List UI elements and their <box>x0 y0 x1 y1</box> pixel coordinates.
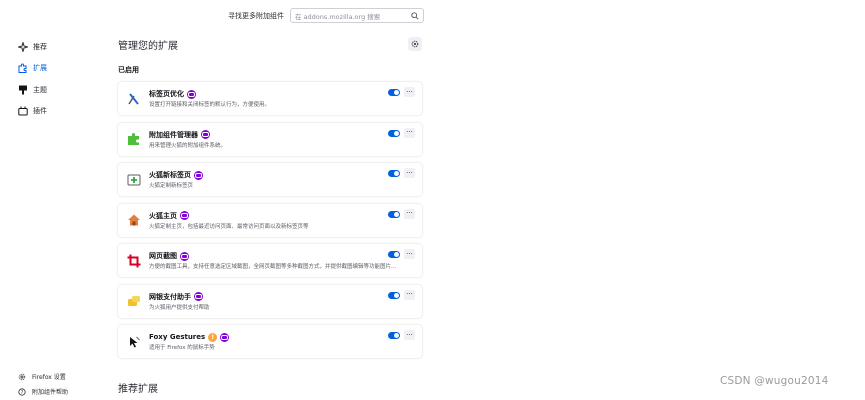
enabled-heading: 已启用 <box>118 66 139 74</box>
crop-icon <box>126 253 142 269</box>
tools-settings-button[interactable] <box>408 37 422 51</box>
sidebar-item-label: 扩展 <box>33 64 47 73</box>
addon-manager-icon <box>126 131 142 147</box>
puzzle-icon <box>18 63 28 74</box>
more-options-button[interactable]: ··· <box>404 330 415 340</box>
sidebar-item-themes[interactable]: 主题 <box>18 79 88 101</box>
sidebar-footer: Firefox 设置 ? 附加组件帮助 <box>18 369 68 399</box>
find-more-label: 寻找更多附加组件 <box>228 11 284 20</box>
brush-icon <box>18 85 28 95</box>
sidebar-item-label: 推荐 <box>33 42 47 51</box>
enable-toggle[interactable] <box>388 332 400 339</box>
more-options-button[interactable]: ··· <box>404 208 415 219</box>
extension-card[interactable]: 标签页优化 设置打开链接和关闭标签的默认行为，方便使用。 ··· <box>118 82 422 115</box>
more-options-button[interactable]: ··· <box>404 168 415 178</box>
recommended-badge-icon <box>180 211 189 220</box>
recommended-heading: 推荐扩展 <box>118 384 158 395</box>
recommended-badge-icon <box>180 251 189 261</box>
more-options-button[interactable]: ··· <box>404 87 415 97</box>
recommended-badge-icon <box>220 332 230 342</box>
main-content: 管理您的扩展 已启用 标签页优化 设置打开链接和关闭标签的默认行为，方便使用。 … <box>118 36 422 366</box>
gesture-icon <box>126 334 142 350</box>
recommended-badge-icon <box>194 170 203 180</box>
tab-tweak-icon <box>126 91 142 107</box>
extension-description: 火狐定制主页，包括最近访问页面、最常访问页面以及新标签页等 <box>149 223 309 230</box>
enable-toggle[interactable] <box>388 210 400 218</box>
enable-toggle[interactable] <box>388 251 400 258</box>
gear-icon <box>18 373 26 381</box>
footer-link-label: 附加组件帮助 <box>32 389 69 396</box>
extension-description: 火狐定制新标签页 <box>149 183 194 189</box>
more-options-button[interactable]: ··· <box>404 127 415 138</box>
recommended-badge-icon <box>201 130 210 139</box>
search-icon <box>411 11 419 20</box>
more-options-button[interactable]: ··· <box>404 249 415 259</box>
sparkle-icon <box>18 41 28 52</box>
extension-card[interactable]: 网银支付助手 为火狐用户提供支付帮助 ··· <box>118 284 422 318</box>
extension-name: 网页截图 <box>149 252 177 260</box>
recommended-badge-icon <box>194 292 203 301</box>
plugin-icon <box>18 106 28 116</box>
sidebar-item-label: 主题 <box>33 85 47 94</box>
page-title: 管理您的扩展 <box>118 40 178 52</box>
home-icon <box>126 212 142 228</box>
extension-name: 火狐新标签页 <box>149 171 191 179</box>
firefox-settings-link[interactable]: Firefox 设置 <box>18 369 68 384</box>
extension-card[interactable]: Foxy Gestures ! 适用于 Firefox 的鼠标手势 ··· <box>118 325 422 358</box>
watermark: CSDN @wugou2014 <box>720 375 829 387</box>
search-placeholder: 在 addons.mozilla.org 搜索 <box>295 12 381 21</box>
line-badge-icon: ! <box>208 332 218 342</box>
sidebar-item-plugins[interactable]: 插件 <box>18 101 88 123</box>
sidebar-nav: 推荐 扩展 主题 插件 <box>18 36 88 122</box>
new-tab-icon <box>126 172 142 188</box>
extension-card[interactable]: 火狐主页 火狐定制主页，包括最近访问页面、最常访问页面以及新标签页等 ··· <box>118 203 422 237</box>
sidebar-item-label: 插件 <box>33 107 47 116</box>
extension-name: 火狐主页 <box>149 211 177 220</box>
addons-help-link[interactable]: ? 附加组件帮助 <box>18 384 68 399</box>
extension-description: 用来管理火狐的附加组件系统。 <box>149 142 227 149</box>
search-input[interactable]: 在 addons.mozilla.org 搜索 <box>290 8 424 23</box>
extension-description: 为火狐用户提供支付帮助 <box>149 304 210 311</box>
help-icon: ? <box>18 387 26 396</box>
extension-card[interactable]: 火狐新标签页 火狐定制新标签页 ··· <box>118 163 422 196</box>
enable-toggle[interactable] <box>388 170 400 177</box>
sidebar-item-recommendations[interactable]: 推荐 <box>18 36 88 58</box>
enable-toggle[interactable] <box>388 129 400 137</box>
sidebar-item-extensions[interactable]: 扩展 <box>18 58 88 80</box>
more-options-button[interactable]: ··· <box>404 289 415 300</box>
recommended-badge-icon <box>187 89 196 99</box>
extension-name: 附加组件管理器 <box>149 130 198 139</box>
gear-icon <box>411 40 419 48</box>
footer-link-label: Firefox 设置 <box>32 374 66 381</box>
extension-description: 方便的截图工具，支持任意选定区域截图，全网页截图等多种截图方式，并提供截图编辑等… <box>149 264 397 270</box>
enable-toggle[interactable] <box>388 89 400 96</box>
extension-name: 网银支付助手 <box>149 292 191 301</box>
extension-name: 标签页优化 <box>149 90 184 98</box>
extension-description: 设置打开链接和关闭标签的默认行为，方便使用。 <box>149 102 271 108</box>
extension-card[interactable]: 附加组件管理器 用来管理火狐的附加组件系统。 ··· <box>118 122 422 156</box>
page-header: 管理您的扩展 <box>118 36 422 52</box>
top-search-area: 寻找更多附加组件 在 addons.mozilla.org 搜索 <box>228 8 424 23</box>
payment-icon <box>126 293 142 309</box>
enable-toggle[interactable] <box>388 291 400 299</box>
extension-name: Foxy Gestures <box>149 333 206 341</box>
extension-description: 适用于 Firefox 的鼠标手势 <box>149 345 215 351</box>
extension-card[interactable]: 网页截图 方便的截图工具，支持任意选定区域截图，全网页截图等多种截图方式，并提供… <box>118 244 422 277</box>
